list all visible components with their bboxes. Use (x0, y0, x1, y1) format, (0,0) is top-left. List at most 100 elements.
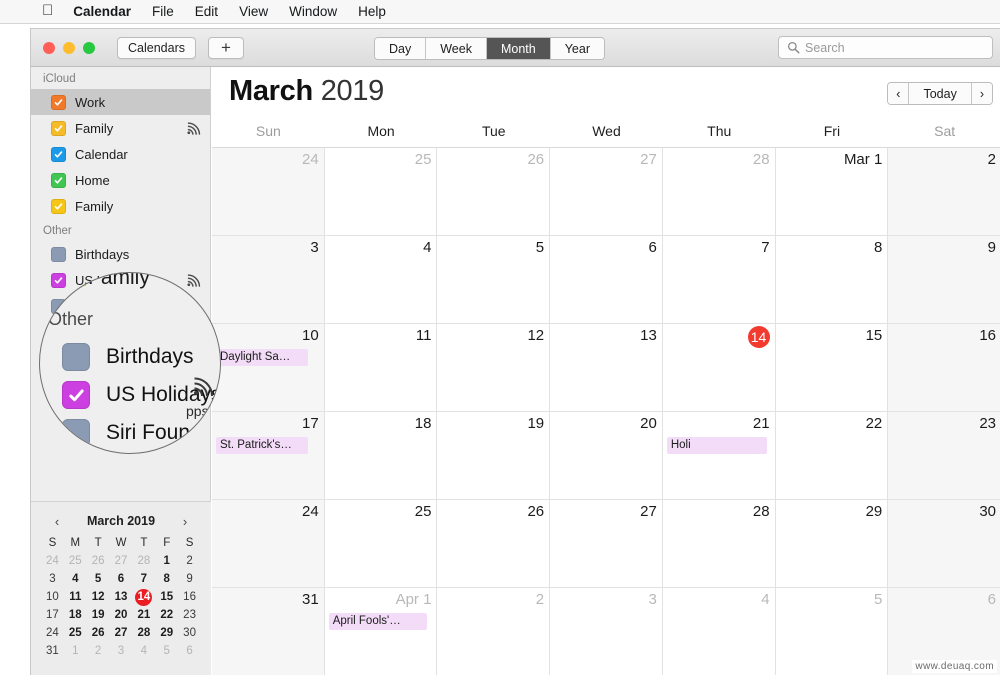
mini-calendar-day[interactable]: 26 (87, 552, 110, 570)
sidebar-item-calendar[interactable]: Calendar (31, 141, 210, 167)
view-segmented-control[interactable]: Day Week Month Year (374, 37, 605, 60)
mini-calendar-day[interactable]: 24 (41, 552, 64, 570)
calendar-event[interactable]: April Fools'… (328, 613, 427, 630)
mini-calendar-day[interactable]: 12 (87, 588, 110, 606)
search-input[interactable] (805, 40, 984, 55)
day-cell[interactable]: 24 (212, 148, 325, 236)
mini-calendar-day[interactable]: 25 (64, 552, 87, 570)
mini-calendar-day[interactable]: 28 (132, 624, 155, 642)
day-cell[interactable]: 5 (775, 588, 889, 675)
calendar-checkbox[interactable] (51, 246, 66, 262)
day-cell[interactable]: 23 (888, 412, 1000, 500)
day-cell[interactable]: 13 (550, 324, 663, 412)
day-cell[interactable]: 30 (888, 500, 1000, 588)
day-cell[interactable]: 11 (324, 324, 438, 412)
siri-found-checkbox[interactable] (62, 419, 90, 447)
tab-month[interactable]: Month (486, 38, 551, 59)
next-month-button[interactable]: › (971, 83, 992, 104)
mini-calendar-prev-icon[interactable]: ‹ (49, 514, 65, 529)
calendar-checkbox[interactable] (51, 198, 66, 214)
sidebar-item-home[interactable]: Home (31, 167, 210, 193)
mini-calendar-day[interactable]: 4 (64, 570, 87, 588)
mini-calendar-day[interactable]: 11 (64, 588, 87, 606)
day-cell[interactable]: 5 (437, 236, 551, 324)
mini-calendar-day[interactable]: 5 (87, 570, 110, 588)
mini-calendar-day[interactable]: 5 (155, 642, 178, 660)
day-cell[interactable]: 28 (662, 148, 776, 236)
sidebar-item-birthdays[interactable]: Birthdays (31, 241, 210, 267)
mini-calendar-day[interactable]: 18 (64, 606, 87, 624)
menu-item-edit[interactable]: Edit (195, 4, 218, 19)
day-cell[interactable]: Mar 1 (775, 148, 889, 236)
mini-calendar-day[interactable]: 6 (110, 570, 133, 588)
day-cell[interactable]: 4 (662, 588, 776, 675)
prev-month-button[interactable]: ‹ (888, 83, 910, 104)
search-box[interactable] (778, 36, 993, 59)
close-button[interactable] (43, 41, 55, 54)
menu-item-calendar[interactable]: Calendar (73, 4, 131, 19)
mini-calendar-day[interactable]: 29 (155, 624, 178, 642)
calendar-checkbox[interactable] (51, 146, 66, 162)
menu-item-window[interactable]: Window (289, 4, 337, 19)
day-cell[interactable]: 19 (437, 412, 551, 500)
day-cell[interactable]: 18 (324, 412, 438, 500)
day-cell[interactable]: 25 (324, 500, 438, 588)
magnifier-row-birthdays[interactable]: Birthdays (62, 343, 194, 371)
mini-calendar-day[interactable]: 1 (64, 642, 87, 660)
mini-calendar-day[interactable]: 31 (41, 642, 64, 660)
day-cell[interactable]: 8 (775, 236, 889, 324)
day-cell[interactable]: 12 (437, 324, 551, 412)
tab-day[interactable]: Day (375, 38, 427, 59)
tab-week[interactable]: Week (426, 38, 487, 59)
mini-calendar-day[interactable]: 20 (110, 606, 133, 624)
sidebar-item-family[interactable]: Family (31, 193, 210, 219)
date-navigation[interactable]: ‹ Today › (887, 82, 993, 105)
mini-calendar-day[interactable]: 6 (178, 642, 201, 660)
day-cell[interactable]: 26 (437, 500, 551, 588)
mini-calendar-day[interactable]: 26 (87, 624, 110, 642)
day-cell[interactable]: 26 (437, 148, 551, 236)
mini-calendar-day[interactable]: 17 (41, 606, 64, 624)
mini-calendar-day[interactable]: 28 (132, 552, 155, 570)
mini-calendar-day[interactable]: 25 (64, 624, 87, 642)
calendar-event[interactable]: St. Patrick's… (216, 437, 308, 454)
mini-calendar-day[interactable]: 10 (41, 588, 64, 606)
menu-item-help[interactable]: Help (358, 4, 386, 19)
day-cell[interactable]: 29 (775, 500, 889, 588)
mini-calendar-today[interactable]: 14 (132, 588, 155, 606)
calendar-checkbox[interactable] (51, 94, 66, 110)
mini-calendar-day[interactable]: 19 (87, 606, 110, 624)
day-cell[interactable]: 6 (550, 236, 663, 324)
menu-item-view[interactable]: View (239, 4, 268, 19)
day-cell[interactable]: 4 (324, 236, 438, 324)
mini-calendar-day[interactable]: 2 (87, 642, 110, 660)
add-event-button[interactable]: + (207, 36, 244, 59)
mini-calendar-day[interactable]: 2 (178, 552, 201, 570)
mini-calendar-day[interactable]: 24 (41, 624, 64, 642)
mini-calendar-day[interactable]: 21 (132, 606, 155, 624)
mini-calendar-day[interactable]: 1 (155, 552, 178, 570)
day-cell[interactable]: 14 (662, 324, 776, 412)
day-cell[interactable]: 2 (437, 588, 551, 675)
mini-calendar-day[interactable]: 16 (178, 588, 201, 606)
mini-calendar-day[interactable]: 3 (110, 642, 133, 660)
mini-calendar-day[interactable]: 3 (41, 570, 64, 588)
day-cell[interactable]: 27 (550, 500, 663, 588)
mini-calendar-day[interactable]: 22 (155, 606, 178, 624)
day-cell[interactable]: Apr 1 April Fools'… (324, 588, 438, 675)
day-cell[interactable]: 21 Holi (662, 412, 776, 500)
us-holidays-checkbox[interactable] (62, 381, 90, 409)
day-cell[interactable]: 16 (888, 324, 1000, 412)
day-cell[interactable]: 24 (212, 500, 325, 588)
day-cell[interactable]: 9 (888, 236, 1000, 324)
day-cell[interactable]: 22 (775, 412, 889, 500)
mini-calendar-day[interactable]: 8 (155, 570, 178, 588)
mini-calendar-day[interactable]: 23 (178, 606, 201, 624)
apple-logo-icon[interactable]:  (42, 3, 53, 18)
minimize-button[interactable] (63, 41, 75, 54)
sidebar-item-family[interactable]: Family (31, 115, 210, 141)
day-cell[interactable]: 3 (550, 588, 663, 675)
tab-year[interactable]: Year (550, 38, 604, 59)
magnifier-row-siri-found[interactable]: Siri Foun (62, 419, 190, 447)
sidebar-item-work[interactable]: Work (31, 89, 210, 115)
